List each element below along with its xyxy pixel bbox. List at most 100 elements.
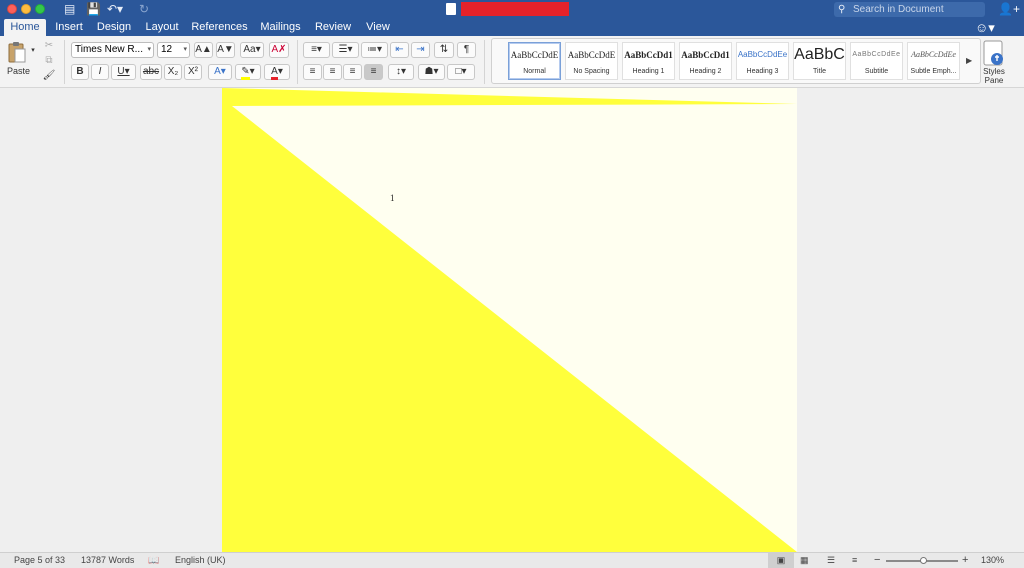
align-right-icon[interactable]: ≡ [343,64,362,80]
zoom-in-icon[interactable]: + [962,553,968,568]
style-subtle-emphasis[interactable]: AaBbCcDdEe Subtle Emph... [907,42,960,80]
web-layout-view-icon[interactable]: ▦ [800,553,809,568]
underline-icon[interactable]: U▾ [111,64,136,80]
draft-view-icon[interactable]: ≡ [852,553,857,568]
shading-icon[interactable]: ☗▾ [418,64,445,80]
language[interactable]: English (UK) [175,553,226,568]
document-page[interactable]: 1 [222,88,797,552]
italic-icon[interactable]: I [91,64,109,80]
tab-insert[interactable]: Insert [51,19,87,36]
font-size-value: 12 [161,44,173,55]
redo-icon[interactable]: ↻ [139,2,149,17]
paste-options-chevron-icon[interactable]: ▾ [29,44,37,60]
paste-icon[interactable] [8,41,26,63]
search-input[interactable]: ⚲ Search in Document [834,2,985,17]
tab-home[interactable]: Home [4,19,46,36]
sort-icon[interactable]: ⇅ [434,42,454,58]
undo-icon[interactable]: ↶▾ [107,2,123,17]
outline-view-icon[interactable]: ☰ [827,553,835,568]
multilevel-list-icon[interactable]: ≔▾ [361,42,388,58]
bold-icon[interactable]: B [71,64,89,80]
style-sample: AaBbCcDdE [510,50,559,60]
style-name: Heading 2 [689,68,722,75]
grow-font-icon[interactable]: A▲ [194,42,213,58]
show-formatting-marks-icon[interactable]: ¶ [457,42,476,58]
tab-layout[interactable]: Layout [142,19,182,36]
superscript-icon[interactable]: X² [184,64,202,80]
maximize-window-button[interactable] [35,4,45,14]
close-window-button[interactable] [7,4,17,14]
minimize-window-button[interactable] [21,4,31,14]
tab-view[interactable]: View [363,19,393,36]
bullets-icon[interactable]: ≡▾ [303,42,330,58]
save-icon[interactable]: 💾 [86,2,101,17]
zoom-slider[interactable] [886,557,958,564]
zoom-level[interactable]: 130% [981,553,1004,568]
print-layout-view-icon[interactable]: ▣ [768,553,794,568]
chevron-down-icon: ▾ [183,46,187,53]
clear-formatting-icon[interactable]: A✗ [269,42,289,58]
font-name-dropdown[interactable]: Times New R... ▾ [71,42,154,58]
styles-pane-icon[interactable] [982,40,1006,68]
zoom-slider-thumb[interactable] [920,557,928,564]
align-left-icon[interactable]: ≡ [303,64,322,80]
style-subtitle[interactable]: AaBbCcDdEe Subtitle [850,42,903,80]
cut-icon[interactable]: ✂ [42,39,56,55]
strikethrough-icon[interactable]: abc [140,64,162,80]
style-no-spacing[interactable]: AaBbCcDdE No Spacing [565,42,618,80]
word-document-icon [446,3,456,15]
decrease-indent-icon[interactable]: ⇤ [390,42,409,58]
style-sample: AaBbCcDdEe [852,51,901,58]
ribbon-divider [484,40,485,84]
feedback-smiley-icon[interactable]: ☺▾ [975,20,995,36]
tab-review[interactable]: Review [313,19,353,36]
subscript-icon[interactable]: X₂ [164,64,182,80]
sidebar-toggle-icon[interactable]: ▤ [64,2,75,17]
style-title[interactable]: AaBbC Title [793,42,846,80]
style-heading-2[interactable]: AaBbCcDd1 Heading 2 [679,42,732,80]
copy-icon[interactable]: ⧉ [42,54,56,70]
tab-design[interactable]: Design [95,19,133,36]
style-name: Title [813,68,826,75]
font-size-dropdown[interactable]: 12 ▾ [157,42,190,58]
styles-pane-label[interactable]: Styles Pane [979,67,1009,85]
style-heading-1[interactable]: AaBbCcDd1 Heading 1 [622,42,675,80]
justify-icon[interactable]: ≡ [364,64,383,80]
style-name: Normal [523,68,546,75]
ribbon-divider [64,40,65,84]
borders-icon[interactable]: □▾ [447,64,475,80]
styles-gallery: AaBbCcDdE Normal AaBbCcDdE No Spacing AaBb… [491,38,981,84]
increase-indent-icon[interactable]: ⇥ [411,42,430,58]
chevron-down-icon: ▾ [147,46,151,53]
format-painter-icon[interactable]: 🖌 [42,69,56,85]
yellow-triangle-shape[interactable] [222,88,797,552]
text-effects-icon[interactable]: A▾ [208,64,232,80]
styles-gallery-next-icon[interactable]: ▶ [966,56,972,65]
word-count[interactable]: 13787 Words [81,553,134,568]
document-canvas[interactable]: 1 [0,88,1024,552]
shrink-font-icon[interactable]: A▼ [216,42,235,58]
style-heading-3[interactable]: AaBbCcDdEe Heading 3 [736,42,789,80]
page-count[interactable]: Page 5 of 33 [14,553,65,568]
font-color-icon[interactable]: A▾ [264,64,290,80]
line-spacing-icon[interactable]: ↕▾ [388,64,414,80]
zoom-out-icon[interactable]: − [874,553,880,568]
highlight-color-icon[interactable]: ✎▾ [235,64,261,80]
tab-references[interactable]: References [191,19,248,36]
numbering-icon[interactable]: ☰▾ [332,42,359,58]
style-name: Heading 3 [746,68,779,75]
change-case-icon[interactable]: Aa▾ [240,42,264,58]
tab-mailings[interactable]: Mailings [258,19,303,36]
share-people-icon[interactable]: 👤+ [998,2,1020,16]
page-number-text: 1 [390,193,395,203]
align-center-icon[interactable]: ≡ [323,64,342,80]
document-title [461,2,569,16]
ribbon-divider [297,40,298,84]
ribbon-home: Paste ▾ ✂ ⧉ 🖌 Times New R... ▾ 12 ▾ A▲ A▼ … [0,36,1024,88]
style-sample: AaBbCcDdEe [911,50,956,59]
style-name: Subtitle [864,68,889,75]
style-normal[interactable]: AaBbCcDdE Normal [508,42,561,80]
style-sample: AaBbCcDdE [567,50,616,60]
proofing-icon[interactable]: 📖 [148,553,159,568]
paste-label: Paste [7,66,31,76]
